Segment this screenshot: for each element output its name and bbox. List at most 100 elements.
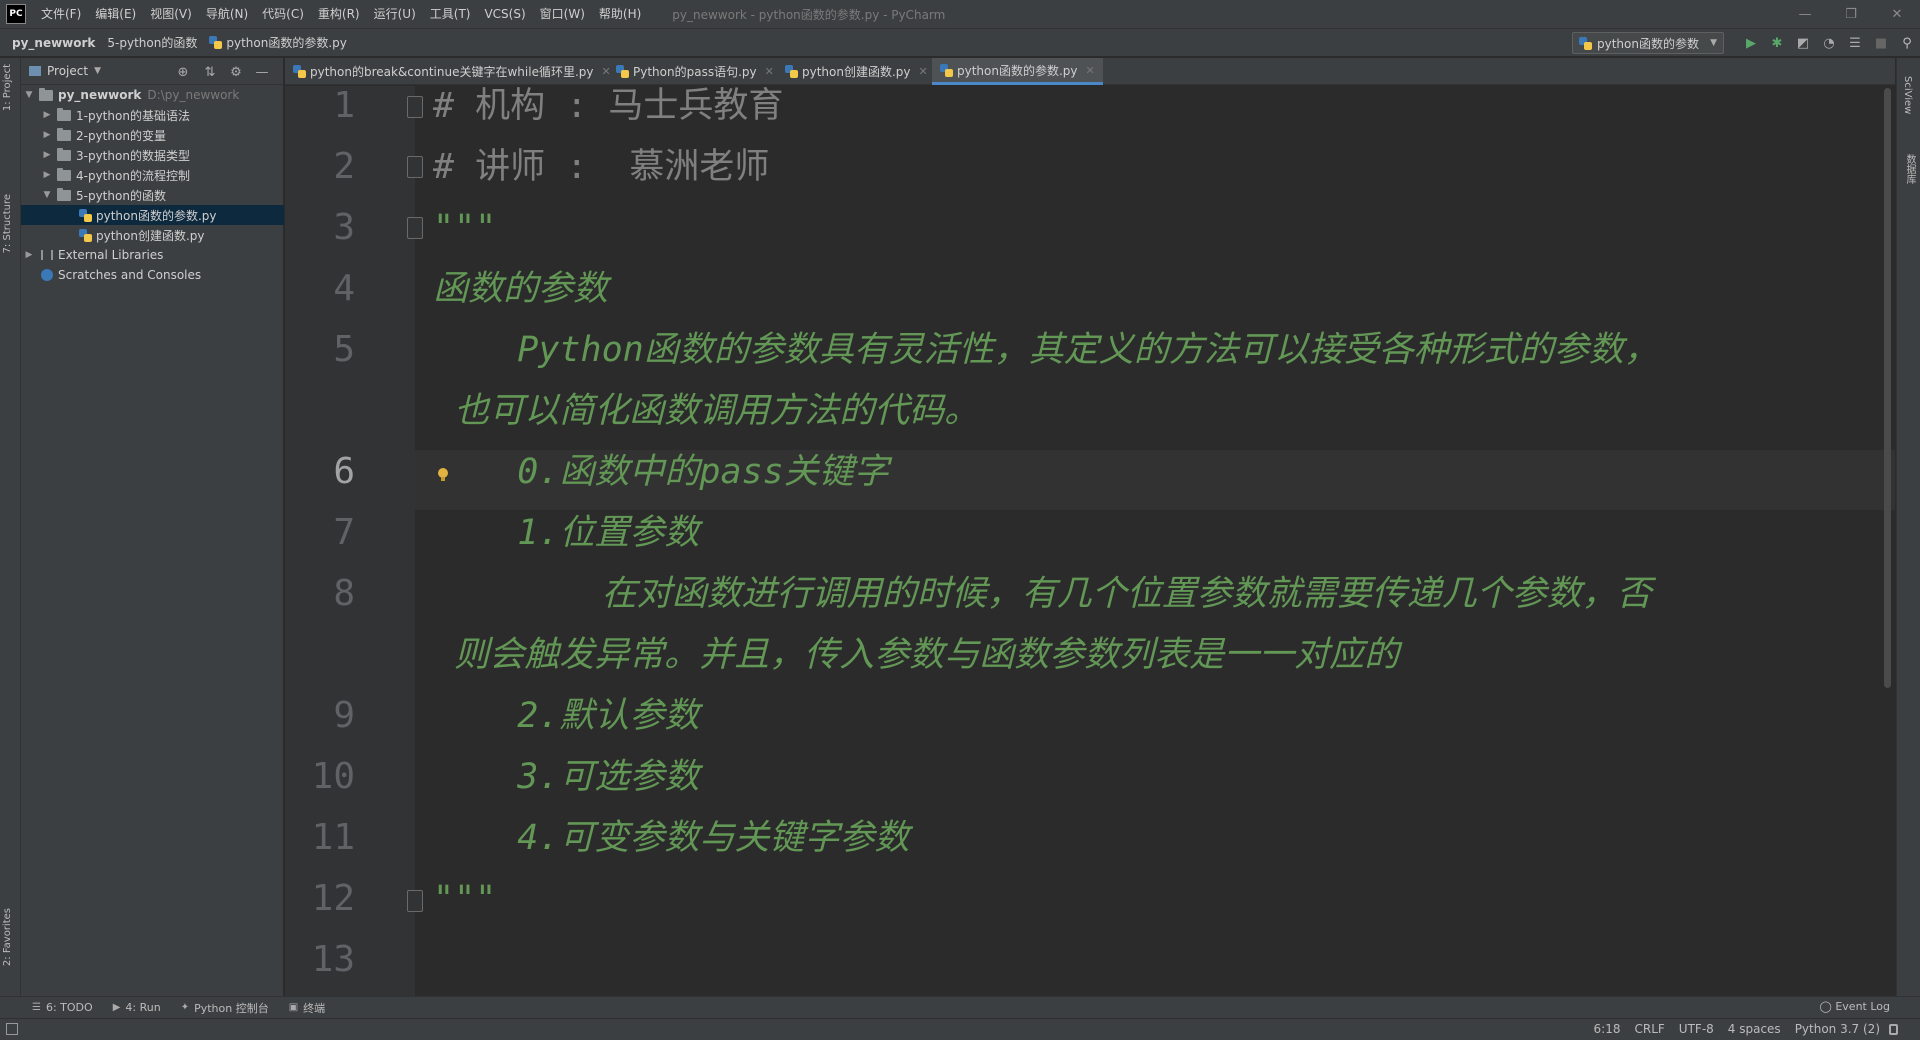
run-configuration-label: python函数的参数 [1597, 36, 1699, 51]
tree-item-label: 2-python的变量 [76, 128, 166, 143]
database-tool-tab[interactable]: 数据库 [1902, 154, 1917, 184]
editor-tab-label: python函数的参数.py [957, 63, 1078, 78]
menu-help[interactable]: 帮助(H) [592, 0, 648, 28]
left-tool-strip: 1: Project 7: Structure 2: Favorites [0, 58, 21, 1020]
tree-item-folder[interactable]: ▶ 4-python的流程控制 [21, 165, 284, 185]
python-file-icon [785, 65, 798, 78]
editor-vertical-scrollbar[interactable] [1884, 88, 1891, 688]
folder-icon [39, 87, 53, 101]
breadcrumb-file[interactable]: python函数的参数.py [197, 34, 347, 51]
collapse-arrow-icon[interactable]: ▶ [41, 170, 53, 180]
editor-tab[interactable]: python的break&continue关键字在while循环里.py ✕ [285, 58, 619, 85]
fold-marker-icon[interactable] [407, 156, 423, 178]
project-panel: Project ▼ ⊕ ⇅ ⚙ — ▼ py_newwork D:\py_new… [21, 58, 284, 996]
editor-tab[interactable]: python创建函数.py ✕ [777, 58, 936, 85]
event-log-button[interactable]: ◯ Event Log [1820, 1000, 1890, 1013]
tree-item-file[interactable]: python创建函数.py [21, 225, 284, 245]
menu-run[interactable]: 运行(U) [367, 0, 423, 28]
locate-icon[interactable]: ⊕ [173, 62, 193, 82]
todo-tool-button[interactable]: ☰ 6: TODO [32, 1001, 93, 1014]
collapse-arrow-icon[interactable]: ▶ [41, 150, 53, 160]
tree-item-label: python函数的参数.py [96, 208, 217, 223]
coverage-icon[interactable]: ◩ [1790, 31, 1816, 57]
chevron-down-icon[interactable]: ▼ [94, 66, 101, 76]
editor-tab-active[interactable]: python函数的参数.py ✕ [932, 58, 1103, 85]
caret-position[interactable]: 6:18 [1594, 1022, 1621, 1036]
menu-edit[interactable]: 编辑(E) [88, 0, 143, 28]
run-icon[interactable]: ▶ [1738, 31, 1764, 57]
fold-marker-icon[interactable] [407, 890, 423, 912]
terminal-icon: ▣ [288, 1002, 299, 1013]
restore-button[interactable]: ❐ [1828, 0, 1874, 28]
line-number: 13 [311, 939, 355, 980]
collapse-all-icon[interactable]: ⇅ [200, 62, 220, 82]
run-tool-label: 4: Run [125, 1001, 161, 1014]
run-configuration-dropdown[interactable]: python函数的参数 ▼ [1572, 32, 1724, 54]
file-encoding[interactable]: UTF-8 [1679, 1022, 1714, 1036]
minimize-button[interactable]: — [1782, 0, 1828, 28]
tree-item-external-libraries[interactable]: ▶ External Libraries [21, 245, 284, 265]
expand-arrow-icon[interactable]: ▼ [41, 190, 53, 200]
menu-navigate[interactable]: 导航(N) [199, 0, 255, 28]
tree-item-file-selected[interactable]: python函数的参数.py [21, 205, 284, 225]
collapse-arrow-icon[interactable]: ▶ [41, 130, 53, 140]
favorites-tool-tab[interactable]: 2: Favorites [2, 908, 13, 966]
terminal-tool-button[interactable]: ▣ 终端 [289, 1000, 325, 1016]
python-console-tool-button[interactable]: ✦ Python 控制台 [181, 1000, 269, 1016]
navigation-bar: py_newwork 5-python的函数 python函数的参数.py py… [0, 28, 1920, 57]
code-line-10: 3.可选参数 [433, 757, 700, 797]
close-icon[interactable]: ✕ [919, 65, 928, 78]
python-file-icon [1579, 36, 1592, 50]
run-tool-button[interactable]: ▶ 4: Run [113, 1001, 161, 1014]
menu-vcs[interactable]: VCS(S) [477, 0, 532, 28]
stop-icon[interactable]: ■ [1868, 31, 1894, 57]
close-icon[interactable]: ✕ [765, 65, 774, 78]
profile-icon[interactable]: ◔ [1816, 31, 1842, 57]
code-editor[interactable]: 1 2 3 4 5 6 7 8 9 10 11 12 13 # 机构 : 马士兵… [285, 86, 1895, 996]
todo-tool-label: 6: TODO [45, 1001, 93, 1014]
menu-refactor[interactable]: 重构(R) [311, 0, 367, 28]
indent-setting[interactable]: 4 spaces [1728, 1022, 1781, 1036]
breadcrumb-project[interactable]: py_newwork [0, 36, 95, 50]
close-window-button[interactable]: ✕ [1874, 0, 1920, 28]
tree-item-folder[interactable]: ▶ 2-python的变量 [21, 125, 284, 145]
expand-arrow-icon[interactable]: ▼ [23, 90, 35, 100]
line-separator[interactable]: CRLF [1634, 1022, 1664, 1036]
tree-item-scratches[interactable]: Scratches and Consoles [21, 265, 284, 285]
tree-item-folder[interactable]: ▼ 5-python的函数 [21, 185, 284, 205]
project-tool-tab[interactable]: 1: Project [2, 64, 13, 111]
toggle-tool-windows-icon[interactable] [6, 1023, 18, 1035]
collapse-arrow-icon[interactable]: ▶ [41, 110, 53, 120]
chevron-down-icon: ▼ [1710, 38, 1717, 48]
gear-icon[interactable]: ⚙ [226, 62, 246, 82]
search-icon[interactable]: ⚲ [1894, 31, 1920, 57]
sciview-tool-tab[interactable]: SciView [1902, 76, 1913, 114]
menu-code[interactable]: 代码(C) [255, 0, 311, 28]
menu-tools[interactable]: 工具(T) [423, 0, 478, 28]
tree-root[interactable]: ▼ py_newwork D:\py_newwork [21, 85, 284, 105]
project-view-label[interactable]: Project [47, 64, 88, 78]
menu-window[interactable]: 窗口(W) [533, 0, 592, 28]
python-interpreter[interactable]: Python 3.7 (2) [1795, 1022, 1880, 1036]
code-line-6: 0.函数中的pass关键字 [433, 452, 889, 492]
right-tool-strip: SciView 数据库 [1896, 58, 1920, 996]
menu-view[interactable]: 视图(V) [143, 0, 199, 28]
hide-panel-icon[interactable]: — [252, 62, 272, 82]
collapse-arrow-icon[interactable]: ▶ [23, 250, 35, 260]
breadcrumb-folder[interactable]: 5-python的函数 [95, 34, 197, 51]
tree-item-folder[interactable]: ▶ 1-python的基础语法 [21, 105, 284, 125]
editor-tab[interactable]: Python的pass语句.py ✕ [608, 58, 782, 85]
line-number: 12 [311, 878, 355, 919]
menu-file[interactable]: 文件(F) [34, 0, 88, 28]
tree-item-folder[interactable]: ▶ 3-python的数据类型 [21, 145, 284, 165]
debug-icon[interactable]: ✱ [1764, 31, 1790, 57]
lock-icon[interactable] [1889, 1024, 1898, 1035]
build-icon[interactable]: ☰ [1842, 31, 1868, 57]
line-number: 10 [311, 756, 355, 797]
editor-tab-bar: python的break&continue关键字在while循环里.py ✕ P… [285, 58, 1895, 85]
structure-tool-tab[interactable]: 7: Structure [2, 194, 13, 253]
close-icon[interactable]: ✕ [1086, 64, 1095, 77]
fold-marker-icon[interactable] [407, 217, 423, 239]
folder-icon [57, 107, 71, 121]
fold-marker-icon[interactable] [407, 96, 423, 118]
